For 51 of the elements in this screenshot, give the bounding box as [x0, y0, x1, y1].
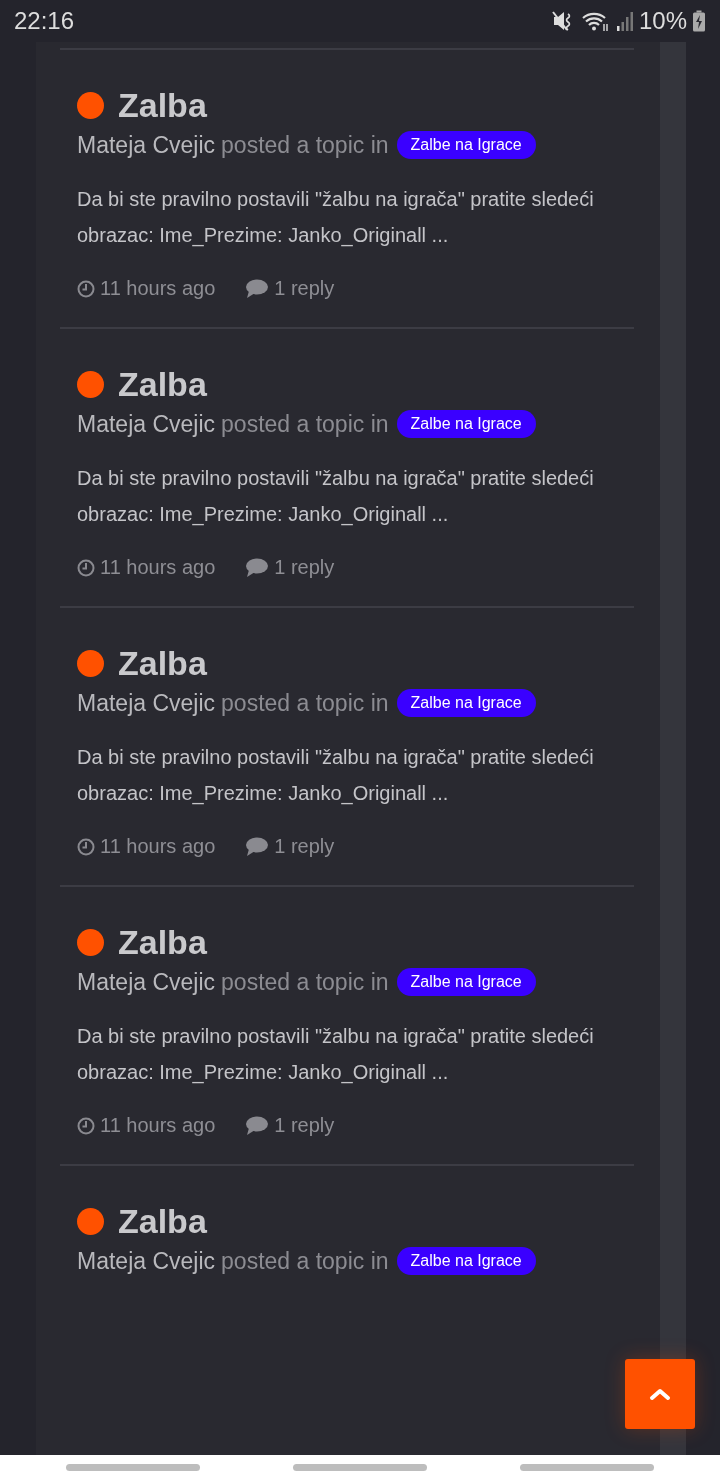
status-time: 22:16 [14, 7, 75, 35]
wifi-icon [580, 10, 611, 32]
comment-icon [245, 1115, 270, 1136]
forum-tag[interactable]: Zalbe na Igrace [396, 131, 536, 159]
comment-icon [245, 557, 270, 578]
topic-excerpt: Da bi ste pravilno postavili "žalbu na igrača" pratite sledeći obrazac: Ime_Prezime: Janko_Originall ... [77, 745, 595, 807]
forum-tag[interactable]: Zalbe na Igrace [396, 968, 536, 996]
forum-tag[interactable]: Zalbe na Igrace [396, 1247, 536, 1275]
posted-label: posted a topic in [221, 689, 389, 717]
topic-time: 11 hours ago [100, 1114, 216, 1137]
scrollbar[interactable] [660, 42, 686, 1455]
reply-count: 1 reply [274, 277, 335, 300]
reply-count: 1 reply [274, 1114, 335, 1137]
nav-handle[interactable] [293, 1464, 427, 1471]
topic-title[interactable]: Zalba [118, 1202, 207, 1241]
topic-excerpt: Da bi ste pravilno postavili "žalbu na igrača" pratite sledeći obrazac: Ime_Prezime: Janko_Originall ... [77, 187, 595, 249]
clock-icon [77, 837, 95, 856]
comment-icon [245, 278, 270, 299]
forum-tag[interactable]: Zalbe na Igrace [396, 689, 536, 717]
signal-icon [615, 10, 634, 32]
posted-label: posted a topic in [221, 131, 389, 159]
posted-label: posted a topic in [221, 410, 389, 438]
author-link[interactable]: Mateja Cvejic [77, 968, 216, 996]
battery-percent: 10% [638, 7, 687, 35]
topic-title[interactable]: Zalba [118, 644, 207, 683]
author-link[interactable]: Mateja Cvejic [77, 1247, 216, 1275]
forum-tag[interactable]: Zalbe na Igrace [396, 410, 536, 438]
battery-icon [692, 10, 706, 32]
topic-time: 11 hours ago [100, 835, 216, 858]
scroll-top-button[interactable] [625, 1359, 695, 1429]
topic-excerpt: Da bi ste pravilno postavili "žalbu na igrača" pratite sledeći obrazac: Ime_Prezime: Janko_Originall ... [77, 466, 595, 528]
topic-time: 11 hours ago [100, 556, 216, 579]
clock-icon [77, 279, 95, 298]
topic-title[interactable]: Zalba [118, 923, 207, 962]
author-link[interactable]: Mateja Cvejic [77, 131, 216, 159]
author-link[interactable]: Mateja Cvejic [77, 410, 216, 438]
comment-icon [245, 836, 270, 857]
topic-title[interactable]: Zalba [118, 365, 207, 404]
author-link[interactable]: Mateja Cvejic [77, 689, 216, 717]
reply-count: 1 reply [274, 556, 335, 579]
posted-label: posted a topic in [221, 968, 389, 996]
reply-count: 1 reply [274, 835, 335, 858]
topic-time: 11 hours ago [100, 277, 216, 300]
clock-icon [77, 558, 95, 577]
chevron-up-icon [649, 1387, 671, 1401]
nav-handle[interactable] [519, 1464, 654, 1471]
posted-label: posted a topic in [221, 1247, 389, 1275]
topic-excerpt: Da bi ste pravilno postavili "žalbu na igrača" pratite sledeći obrazac: Ime_Prezime: Janko_Originall ... [77, 1024, 595, 1086]
clock-icon [77, 1116, 95, 1135]
nav-handle[interactable] [66, 1464, 201, 1471]
topic-title[interactable]: Zalba [118, 86, 207, 125]
